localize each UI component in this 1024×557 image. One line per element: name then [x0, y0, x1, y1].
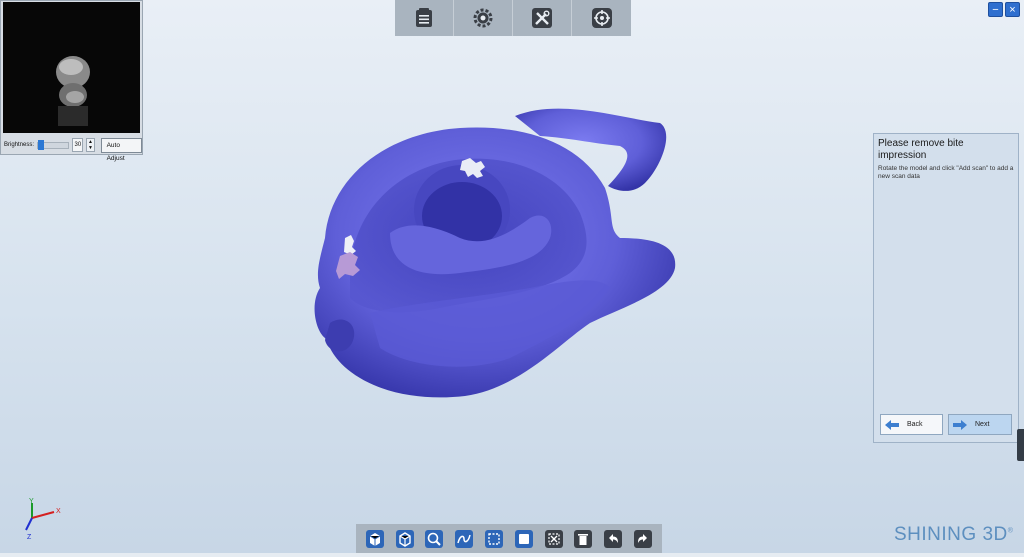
zoom-icon [425, 529, 444, 548]
axes-indicator: Y X Z [25, 498, 61, 541]
side-panel-tab[interactable] [1017, 429, 1024, 461]
brand-name: SHINING 3D [894, 524, 1008, 545]
rect-select-icon [485, 529, 504, 548]
tools-icon [532, 8, 552, 28]
crosshair-icon [591, 8, 612, 28]
tools-button[interactable] [513, 0, 572, 36]
panel-description: Rotate the model and click "Add scan" to… [878, 165, 1014, 180]
arrow-left-icon [885, 419, 899, 430]
view-cube-icon [395, 529, 414, 548]
back-button[interactable]: Back [880, 414, 943, 435]
deselect-icon [544, 529, 563, 548]
undo-icon [604, 529, 623, 548]
gear-icon [473, 8, 493, 28]
zoom-button[interactable] [423, 528, 445, 550]
brightness-label: Brightness: [4, 142, 35, 148]
brand-registered-mark: ® [1007, 527, 1014, 535]
curve-select-icon [455, 529, 474, 548]
axis-z-label: Z [27, 534, 32, 541]
back-button-label: Back [907, 421, 923, 428]
instruction-panel: Please remove bite impression Rotate the… [873, 133, 1019, 443]
brand-logo: SHINING 3D® [894, 524, 1013, 546]
camera-preview-panel: Brightness: 30 ▲ ▼ Auto Adjust [0, 0, 143, 162]
close-button[interactable]: × [1005, 2, 1020, 17]
view-cube-button[interactable] [394, 528, 416, 550]
select-all-icon [514, 529, 533, 548]
brightness-slider[interactable] [37, 139, 70, 150]
select-all-button[interactable] [513, 528, 535, 550]
deselect-button[interactable] [543, 528, 565, 550]
clipboard-button[interactable] [395, 0, 454, 36]
delete-button[interactable] [572, 528, 594, 550]
view-front-button[interactable] [364, 528, 386, 550]
next-button-label: Next [975, 421, 990, 428]
locate-button[interactable] [572, 0, 631, 36]
settings-button[interactable] [454, 0, 513, 36]
brightness-slider-thumb[interactable] [38, 139, 45, 150]
camera-feed [3, 2, 140, 133]
arrow-right-icon [953, 419, 967, 430]
clipboard-icon [416, 8, 432, 27]
rect-select-button[interactable] [483, 528, 505, 550]
bottom-toolbar [356, 524, 662, 553]
redo-icon [634, 529, 653, 548]
dental-scan-model[interactable] [290, 98, 690, 408]
trash-icon [574, 529, 593, 548]
panel-title: Please remove bite impression [878, 138, 964, 161]
curve-select-button[interactable] [453, 528, 475, 550]
status-strip [0, 553, 1024, 557]
axis-x-label: X [56, 508, 61, 515]
auto-adjust-button[interactable]: Auto Adjust [100, 137, 142, 162]
axis-y-label: Y [29, 498, 34, 505]
top-toolbar [395, 0, 631, 36]
undo-button[interactable] [602, 528, 624, 550]
next-button[interactable]: Next [948, 414, 1012, 435]
minimize-button[interactable]: − [988, 2, 1003, 17]
brightness-value-field[interactable]: 30 [72, 138, 84, 152]
view-front-icon [365, 529, 384, 548]
brightness-spinner-icon[interactable]: ▲ ▼ [86, 138, 95, 152]
redo-button[interactable] [632, 528, 654, 550]
